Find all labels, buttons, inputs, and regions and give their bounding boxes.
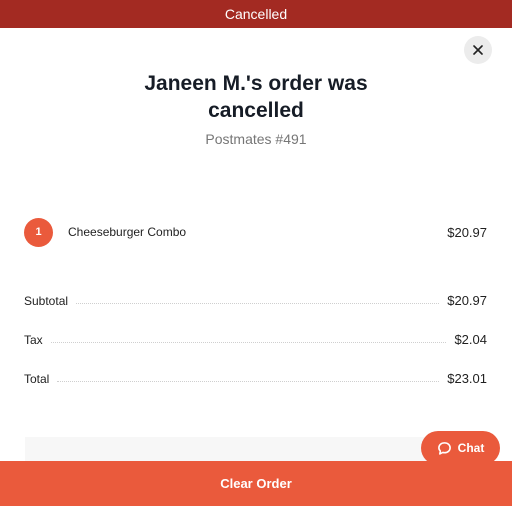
subtotal-label: Subtotal — [24, 294, 69, 308]
subtotal-value: $20.97 — [447, 293, 487, 308]
clear-order-button[interactable]: Clear Order — [0, 461, 512, 506]
dotted-leader — [57, 381, 440, 382]
dotted-leader — [76, 303, 440, 304]
total-label: Total — [24, 372, 50, 386]
status-banner: Cancelled — [0, 0, 512, 28]
total-row: Total $23.01 — [24, 368, 487, 386]
clear-order-label: Clear Order — [220, 476, 292, 491]
details-panel — [25, 437, 487, 461]
chat-bubble-icon — [437, 441, 451, 455]
item-price: $20.97 — [447, 224, 487, 240]
close-button[interactable] — [464, 36, 492, 64]
tax-label: Tax — [24, 333, 43, 347]
dotted-leader — [50, 342, 447, 343]
quantity-badge: 1 — [24, 217, 53, 247]
total-value: $23.01 — [447, 371, 487, 386]
subtotal-row: Subtotal $20.97 — [24, 290, 487, 308]
order-number: Postmates #491 — [205, 131, 307, 147]
order-title-line-2: cancelled — [208, 99, 304, 122]
chat-button[interactable]: Chat — [421, 431, 500, 465]
order-title: Janeen M.'s order was cancelled — [0, 70, 512, 124]
tax-value: $2.04 — [454, 332, 487, 347]
close-icon — [473, 45, 483, 55]
status-text: Cancelled — [224, 6, 288, 22]
order-item-row: 1 Cheeseburger Combo $20.97 — [24, 217, 487, 247]
tax-row: Tax $2.04 — [24, 329, 487, 347]
chat-label: Chat — [457, 441, 485, 455]
order-title-line-1: Janeen M.'s order was — [144, 72, 368, 95]
item-name: Cheeseburger Combo — [68, 225, 187, 239]
